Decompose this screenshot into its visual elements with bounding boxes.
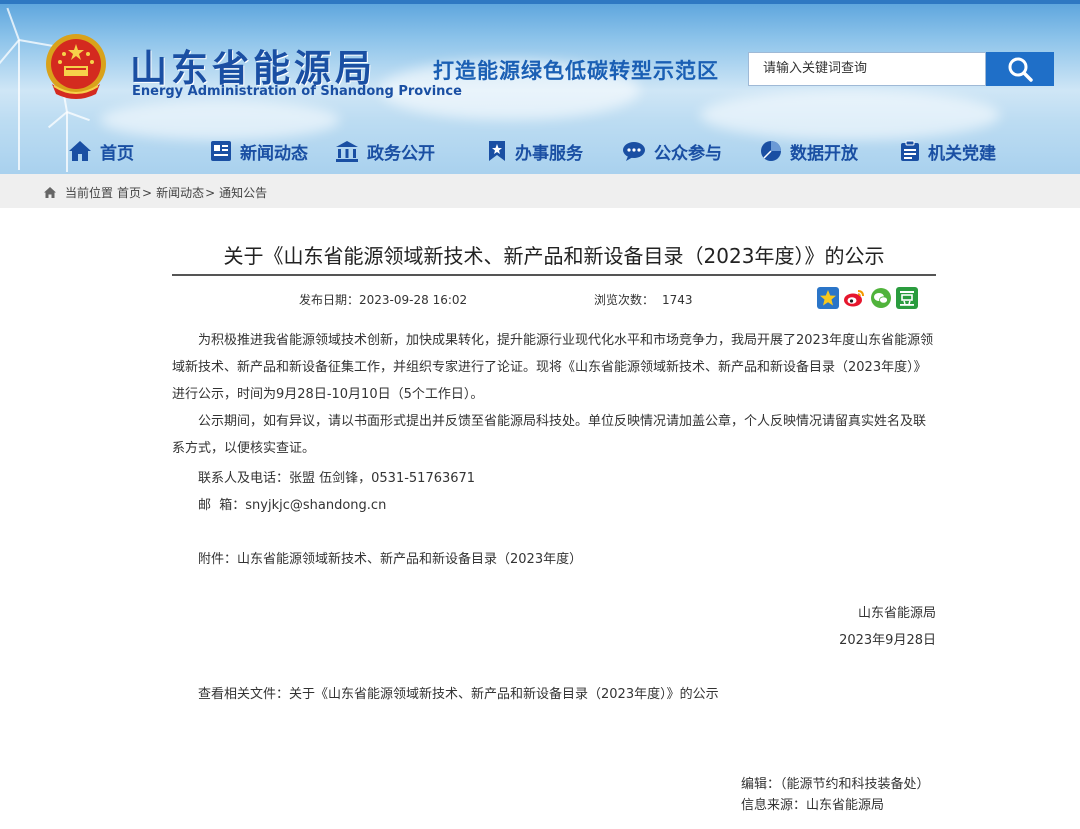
nav-label: 首页: [100, 143, 134, 164]
breadcrumb-link-news[interactable]: 新闻动态: [156, 184, 204, 201]
breadcrumb-separator: >: [205, 185, 216, 200]
search-button[interactable]: [986, 52, 1054, 86]
bookmark-icon: [489, 141, 505, 161]
nav-label: 办事服务: [515, 143, 583, 164]
view-count: 浏览次数： 1743: [594, 291, 693, 308]
related-files-line: 查看相关文件：关于《山东省能源领域新技术、新产品和新设备目录（2023年度）》的…: [198, 683, 719, 702]
pie-chart-icon: [761, 141, 781, 161]
main-nav: 首页 新闻动态 政务公开 办事服务 公众参与 数据开放 机关党建: [0, 128, 1080, 174]
publish-date-value: 2023-09-28 16:02: [359, 293, 468, 307]
article-paragraph: 公示期间，如有异议，请以书面形式提出并反馈至省能源局科技处。单位反映情况请加盖公…: [172, 414, 927, 456]
national-emblem-icon: [46, 34, 106, 99]
nav-label: 公众参与: [654, 143, 722, 164]
title-divider: [172, 274, 936, 276]
share-douban-button[interactable]: [896, 287, 918, 309]
signature-org: 山东省能源局: [857, 606, 936, 621]
site-header: 山东省能源局 Energy Administration of Shandong…: [0, 0, 1080, 174]
editor-line: 编辑：（能源节约和科技装备处）: [741, 777, 930, 792]
home-icon: [69, 141, 91, 161]
douban-icon: [900, 291, 914, 306]
view-count-label: 浏览次数：: [594, 293, 655, 307]
share-wechat-button[interactable]: [870, 287, 892, 309]
publish-date-label: 发布日期：: [299, 293, 360, 307]
nav-label: 新闻动态: [240, 143, 308, 164]
nav-item-news[interactable]: 新闻动态: [210, 138, 308, 164]
search-icon: [1008, 57, 1033, 82]
article-body: 为积极推进我省能源领域技术创新，加快成果转化，提升能源行业现代化水平和市场竞争力…: [172, 327, 936, 462]
breadcrumb-bar: 当前位置 首页 > 新闻动态 > 通知公告: [0, 174, 1080, 208]
weibo-icon: [844, 290, 864, 307]
share-qzone-button[interactable]: [817, 287, 839, 309]
attachment-label: 附件：: [198, 552, 238, 567]
breadcrumb: 当前位置 首页 > 新闻动态 > 通知公告: [44, 184, 267, 201]
related-file-link[interactable]: 关于《山东省能源领域新技术、新产品和新设备目录（2023年度）》的公示: [289, 687, 719, 702]
share-weibo-button[interactable]: [843, 287, 865, 309]
breadcrumb-link-home[interactable]: 首页: [117, 184, 141, 201]
nav-item-home[interactable]: 首页: [68, 138, 134, 164]
chat-icon: [623, 142, 645, 161]
signature-date: 2023年9月28日: [839, 633, 936, 648]
email-line: 邮 箱：snyjkjc@shandong.cn: [198, 498, 387, 513]
nav-item-government[interactable]: 政务公开: [335, 138, 435, 164]
qzone-star-icon: [820, 290, 836, 306]
attachment-link[interactable]: 山东省能源领域新技术、新产品和新设备目录（2023年度）: [237, 552, 582, 567]
breadcrumb-link-notice[interactable]: 通知公告: [219, 184, 267, 201]
source-line: 信息来源：山东省能源局: [741, 798, 885, 813]
nav-item-party[interactable]: 机关党建: [900, 138, 996, 164]
site-subtitle: Energy Administration of Shandong Provin…: [132, 84, 462, 99]
government-icon: [336, 141, 358, 162]
attachment-line: 附件：山东省能源领域新技术、新产品和新设备目录（2023年度）: [198, 548, 582, 567]
view-count-value: 1743: [662, 293, 693, 307]
publish-date: 发布日期：2023-09-28 16:02: [299, 291, 467, 308]
site-slogan: 打造能源绿色低碳转型示范区: [433, 59, 719, 83]
nav-item-data[interactable]: 数据开放: [760, 138, 858, 164]
contact-line: 联系人及电话：张盟 伍剑锋，0531-51763671: [198, 471, 476, 486]
nav-label: 机关党建: [928, 143, 996, 164]
clipboard-icon: [901, 140, 919, 161]
related-files-label: 查看相关文件：: [198, 687, 290, 702]
breadcrumb-prefix: 当前位置: [65, 186, 114, 200]
article-paragraph: 为积极推进我省能源领域技术创新，加快成果转化，提升能源行业现代化水平和市场竞争力…: [172, 333, 934, 402]
nav-item-participation[interactable]: 公众参与: [622, 138, 722, 164]
home-small-icon: [44, 187, 56, 198]
nav-label: 政务公开: [367, 143, 435, 164]
wechat-icon: [871, 288, 891, 308]
search-input[interactable]: 请输入关键词查询: [748, 52, 986, 86]
news-icon: [211, 141, 231, 161]
nav-label: 数据开放: [790, 143, 858, 164]
nav-item-services[interactable]: 办事服务: [487, 138, 583, 164]
header-top-line: [0, 0, 1080, 4]
article-title: 关于《山东省能源领域新技术、新产品和新设备目录（2023年度）》的公示: [223, 244, 885, 268]
breadcrumb-separator: >: [142, 185, 153, 200]
